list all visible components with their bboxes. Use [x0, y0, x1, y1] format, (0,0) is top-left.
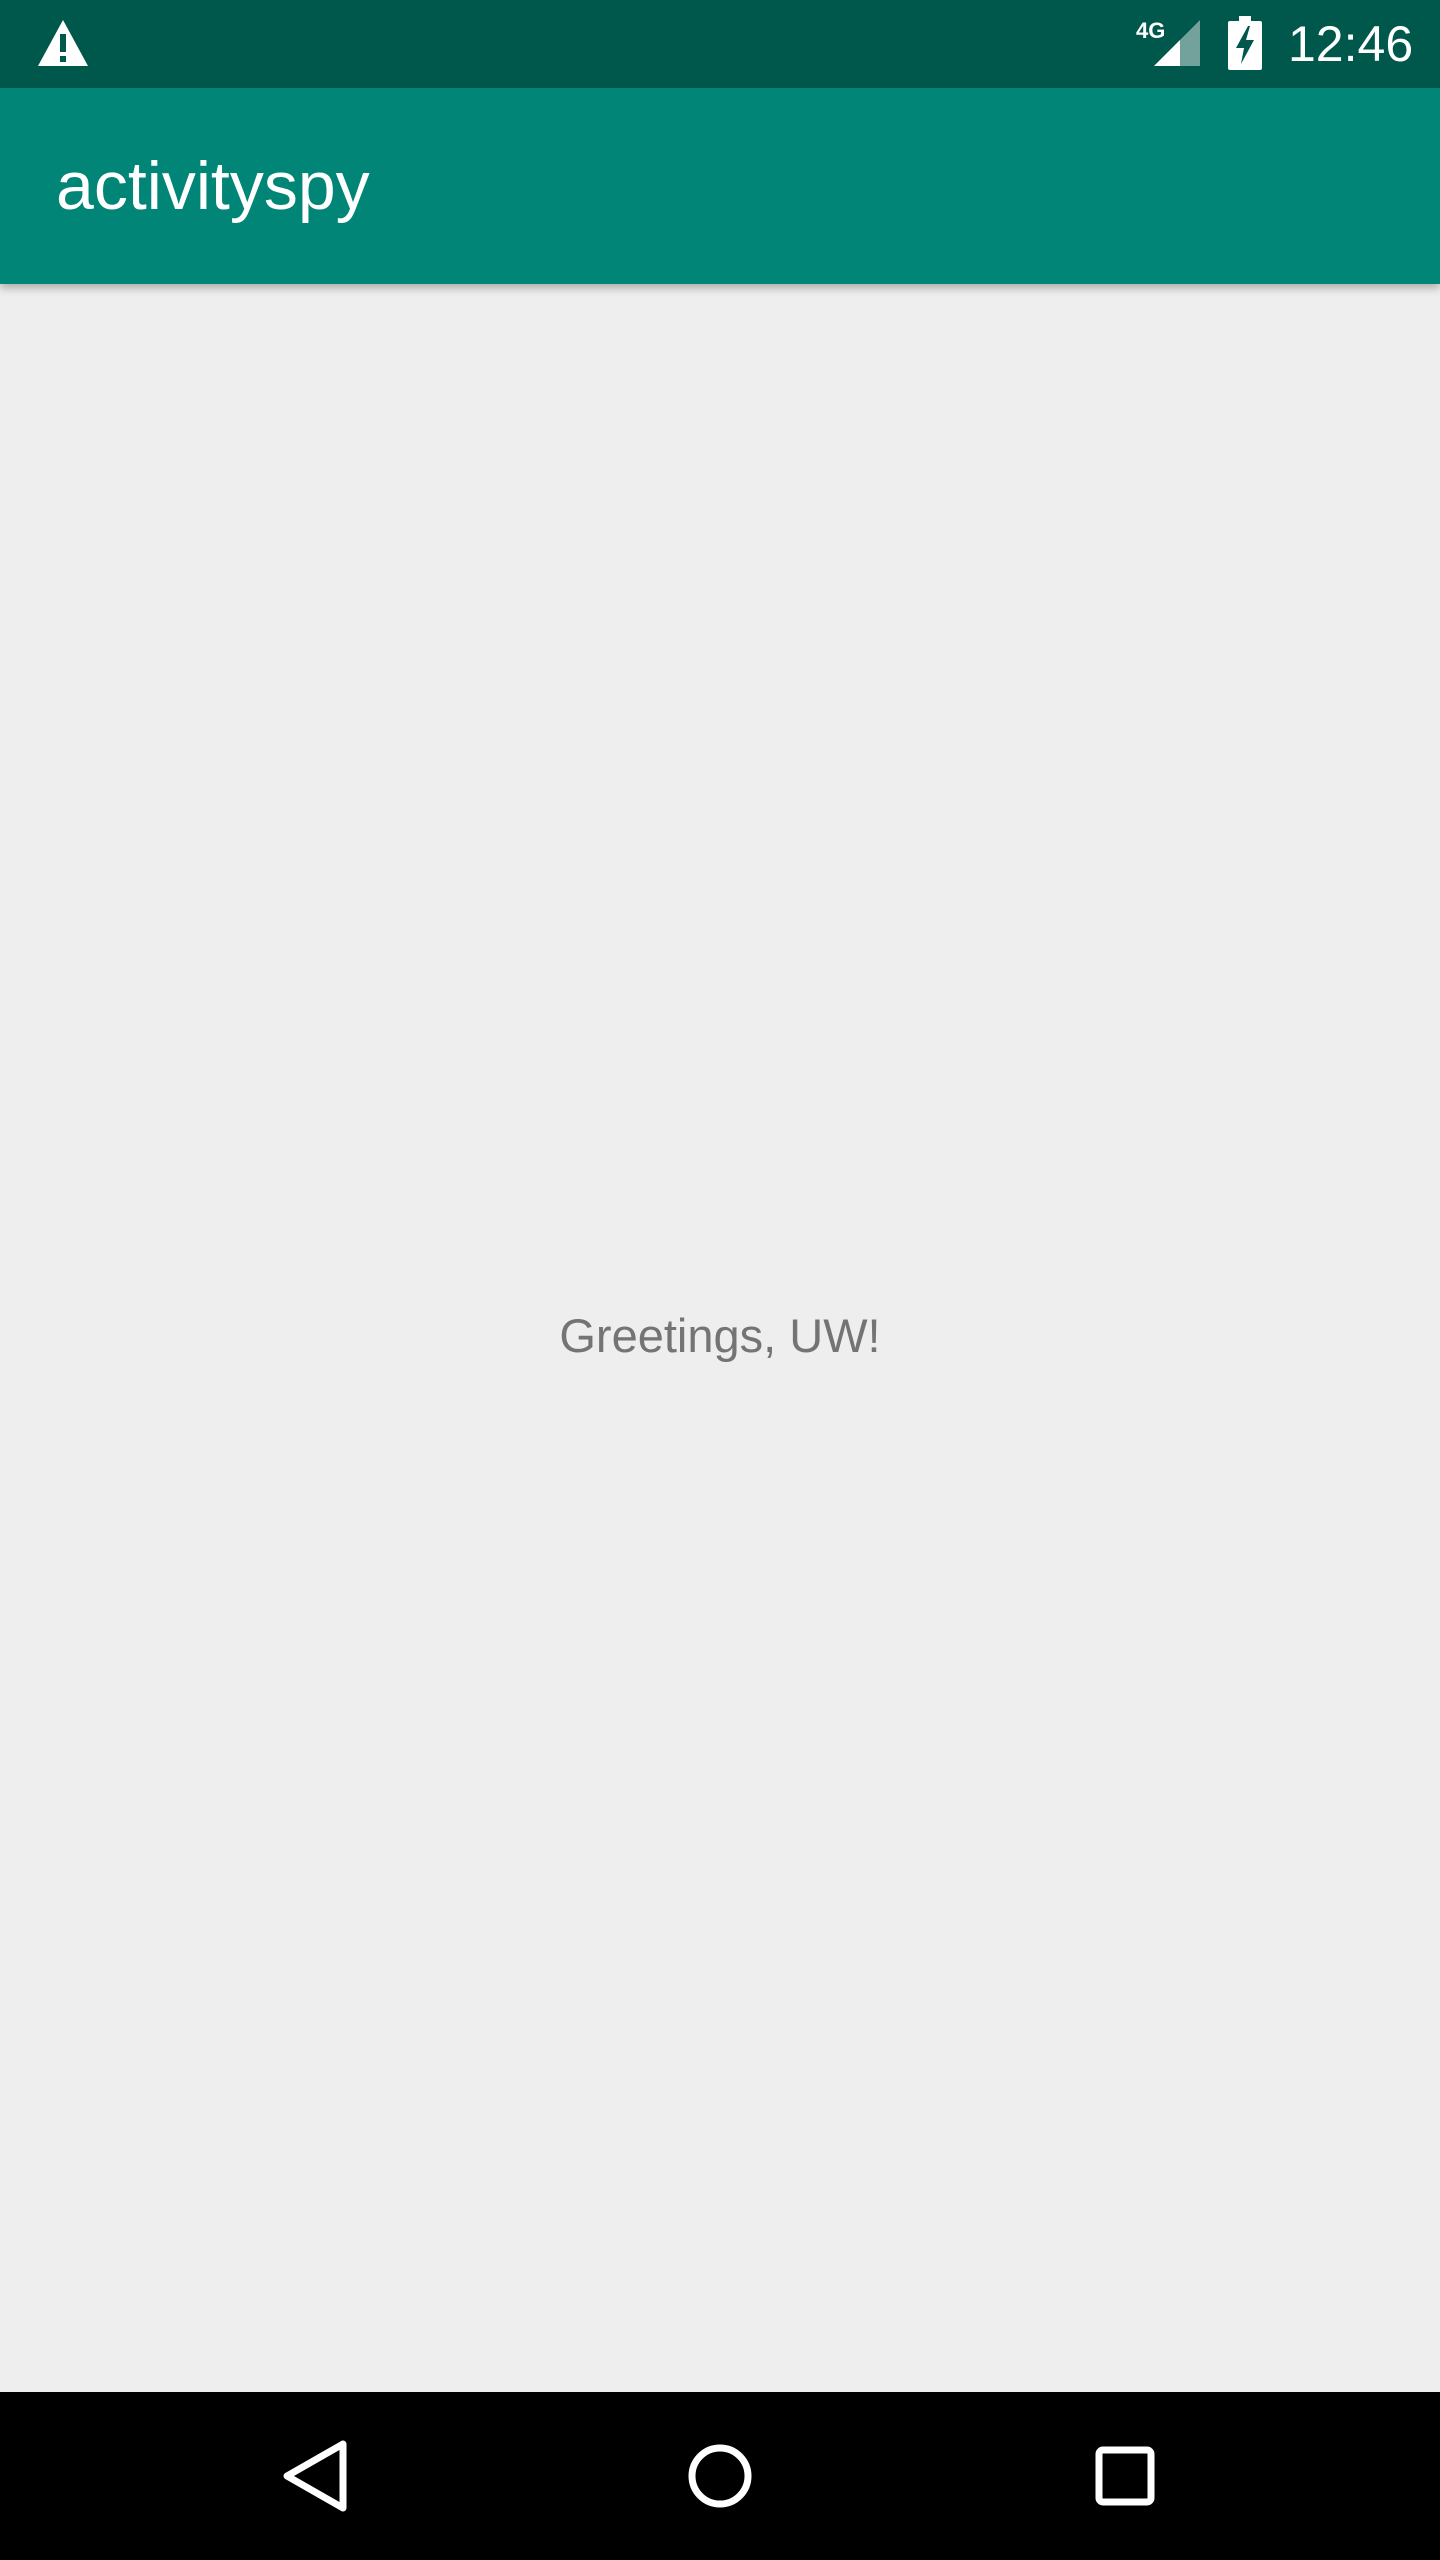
clock: 12:46	[1288, 16, 1414, 72]
main-content: Greetings, UW!	[0, 284, 1440, 2392]
navigation-bar	[0, 2392, 1440, 2560]
signal-icon	[1154, 20, 1200, 66]
status-bar: 4G 12:46	[0, 0, 1440, 88]
back-icon[interactable]	[265, 2426, 365, 2526]
warning-icon	[38, 20, 88, 66]
recents-icon[interactable]	[1075, 2426, 1175, 2526]
home-icon[interactable]	[670, 2426, 770, 2526]
greeting-text: Greetings, UW!	[559, 1309, 881, 1362]
app-title: activityspy	[56, 148, 370, 224]
battery-charging-icon	[1228, 16, 1262, 70]
app-bar: activityspy	[0, 88, 1440, 284]
